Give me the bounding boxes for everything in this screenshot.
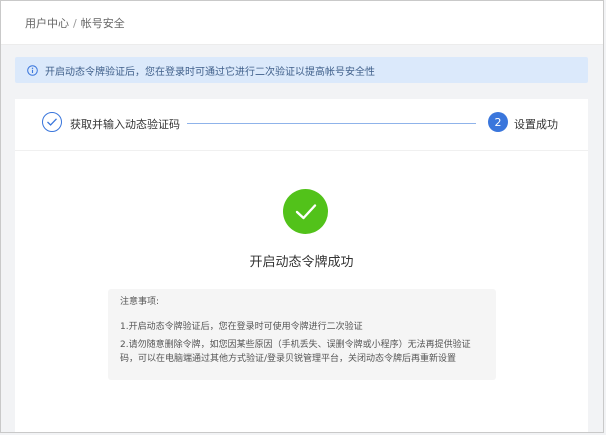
breadcrumb-bar: 用户中心 / 帐号安全 xyxy=(1,1,603,45)
breadcrumb-user-center[interactable]: 用户中心 xyxy=(25,17,69,30)
notice-text: 开启动态令牌验证后，您在登录时可通过它进行二次验证以提高帐号安全性 xyxy=(45,66,375,78)
breadcrumb-account-security: 帐号安全 xyxy=(80,17,125,30)
notes-heading: 注意事项: xyxy=(120,297,160,307)
result-card: 获取并输入动态验证码 2 设置成功 开启动态令牌成功 注意事项: 1.开启动态令… xyxy=(15,99,588,432)
page-frame: 用户中心 / 帐号安全 开启动态令牌验证后，您在登录时可通过它进行二次验证以提高帐号… xyxy=(0,0,604,433)
step-2-indicator: 2 xyxy=(488,112,508,132)
info-notice: 开启动态令牌验证后，您在登录时可通过它进行二次验证以提高帐号安全性 xyxy=(15,57,588,83)
step-1-indicator xyxy=(42,112,62,132)
notes-box: 注意事项: 1.开启动态令牌验证后，您在登录时可使用令牌进行二次验证 2.请勿随… xyxy=(108,289,496,380)
step-1-label: 获取并输入动态验证码 xyxy=(70,118,180,131)
success-title: 开启动态令牌成功 xyxy=(249,255,354,270)
check-circle-icon xyxy=(283,189,328,234)
note-item: 1.开启动态令牌验证后，您在登录时可使用令牌进行二次验证 xyxy=(120,322,363,332)
breadcrumb: 用户中心 / 帐号安全 xyxy=(25,15,125,31)
check-icon xyxy=(47,118,57,126)
step-2-label: 设置成功 xyxy=(514,118,558,131)
note-item: 2.请勿随意删除令牌，如您因某些原因（手机丢失、误删令牌或小程序）无法再提供验证… xyxy=(120,340,471,364)
info-circle-icon xyxy=(27,64,38,76)
step-connector xyxy=(187,123,476,124)
breadcrumb-separator: / xyxy=(73,17,77,30)
steps-bar: 获取并输入动态验证码 2 设置成功 xyxy=(15,99,588,151)
